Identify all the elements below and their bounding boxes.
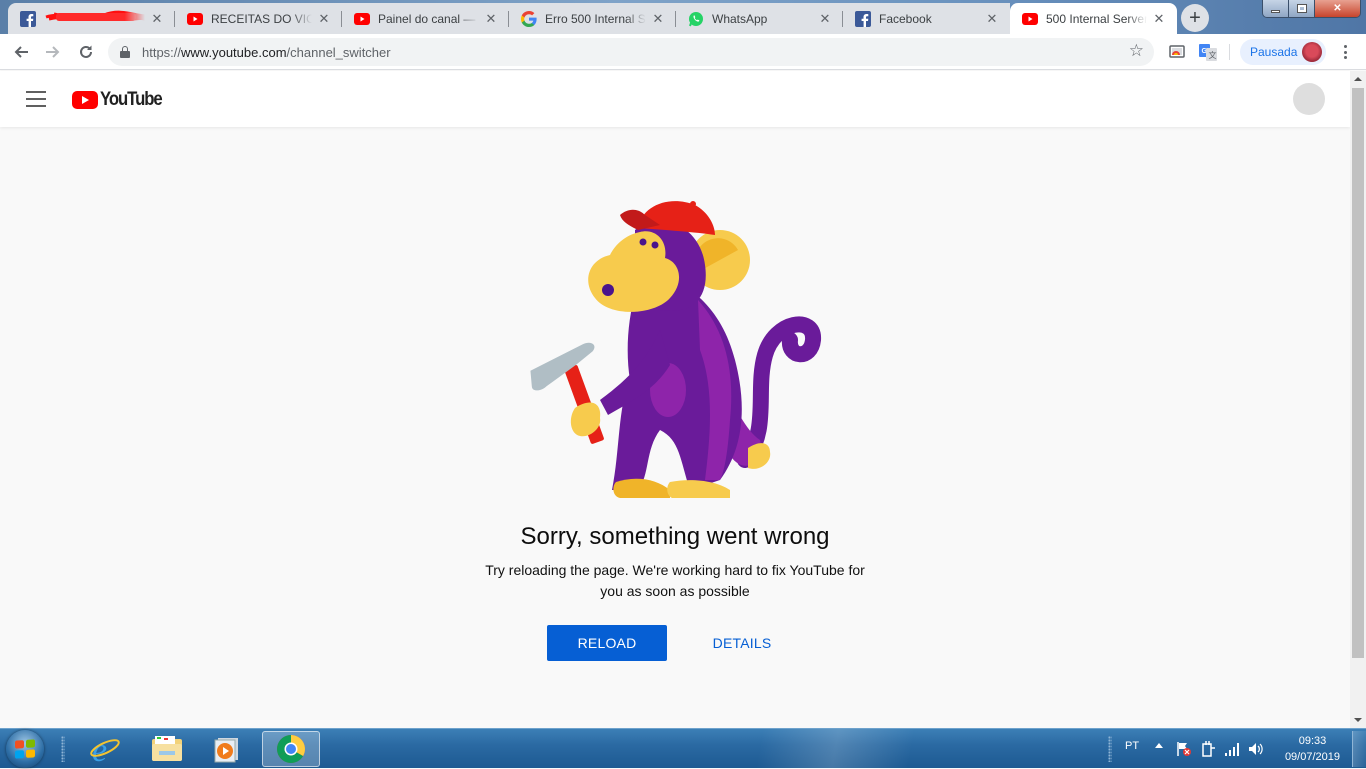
windows-taskbar: e PT 09:33 09/07/2019 (0, 728, 1366, 769)
profile-avatar (1302, 42, 1322, 62)
cast-extension-icon[interactable] (1168, 43, 1186, 61)
tab-title: Facebook (879, 11, 932, 26)
guide-menu-button[interactable] (26, 91, 46, 107)
monkey-eye (651, 241, 659, 249)
windows-logo-icon (15, 739, 35, 759)
close-tab-icon[interactable]: ✕ (1151, 11, 1167, 27)
youtube-icon (354, 11, 370, 27)
arrow-right-icon (46, 46, 60, 58)
youtube-icon (1022, 11, 1038, 27)
minimize-button[interactable] (1263, 0, 1289, 17)
close-tab-icon[interactable]: ✕ (650, 11, 666, 27)
show-hidden-icons-button[interactable] (1155, 743, 1163, 748)
svg-text:文: 文 (1209, 50, 1217, 60)
chrome-icon (277, 735, 305, 763)
account-avatar[interactable] (1293, 83, 1325, 115)
forward-button[interactable] (41, 40, 65, 64)
close-tab-icon[interactable]: ✕ (817, 11, 833, 27)
tab-title: Erro 500 Internal Server (545, 11, 646, 26)
tab-title: Painel do canal — YouTube Studio (378, 11, 479, 26)
error-title: Sorry, something went wrong (520, 523, 830, 550)
arrow-left-icon (14, 46, 28, 58)
action-center-flag-icon[interactable] (1176, 741, 1192, 757)
close-tab-icon[interactable]: ✕ (984, 11, 1000, 27)
tab-title: 500 Internal Server Error (1046, 11, 1147, 26)
back-button[interactable] (9, 40, 33, 64)
tab-painel-do-canal[interactable]: Painel do canal — YouTube Studio ✕ (342, 3, 509, 34)
restore-button[interactable] (1289, 0, 1315, 17)
language-indicator[interactable]: PT (1125, 740, 1139, 752)
tab-title-redacted (44, 9, 145, 28)
clock-time: 09:33 (1298, 735, 1327, 747)
browser-titlebar: ✕ RECEITAS DO VICTOR ✕ Painel do canal —… (0, 0, 1366, 34)
start-button[interactable] (6, 730, 44, 768)
close-window-button[interactable]: ✕ (1315, 0, 1360, 17)
profile-label: Pausada (1250, 45, 1298, 59)
tab-facebook-redacted[interactable]: ✕ (8, 3, 175, 34)
error-monkey-illustration (530, 201, 821, 498)
window-controls: ✕ (1262, 0, 1361, 18)
taskbar-internet-explorer[interactable]: e (78, 731, 132, 767)
new-tab-button[interactable]: + (1181, 4, 1209, 32)
taskbar-google-chrome[interactable] (262, 731, 320, 767)
network-signal-icon[interactable] (1224, 741, 1240, 757)
tab-strip: ✕ RECEITAS DO VICTOR ✕ Painel do canal —… (8, 3, 1177, 34)
close-tab-icon[interactable]: ✕ (483, 11, 499, 27)
tab-erro-500-search[interactable]: Erro 500 Internal Server ✕ (509, 3, 676, 34)
show-desktop-button[interactable] (1352, 731, 1366, 767)
youtube-icon (187, 11, 203, 27)
tab-whatsapp[interactable]: WhatsApp ✕ (676, 3, 843, 34)
refresh-icon (80, 45, 92, 58)
folder-icon (152, 736, 182, 761)
error-message: Try reloading the page. We're working ha… (485, 562, 865, 599)
url-text: https://www.youtube.com/channel_switcher (142, 44, 391, 60)
youtube-logo-text: YouTube (100, 89, 163, 110)
close-tab-icon[interactable]: ✕ (149, 11, 165, 27)
youtube-logo[interactable]: YouTube (72, 89, 170, 111)
scroll-up-arrow[interactable] (1350, 71, 1366, 87)
tab-facebook[interactable]: Facebook ✕ (843, 3, 1010, 34)
youtube-play-icon (72, 91, 98, 109)
taskbar-file-explorer[interactable] (140, 731, 194, 767)
monkey-nose (602, 284, 614, 296)
power-plug-icon[interactable] (1200, 741, 1216, 757)
system-clock[interactable]: 09:33 09/07/2019 (1285, 733, 1340, 765)
close-tab-icon[interactable]: ✕ (316, 11, 332, 27)
details-button[interactable]: DETAILS (702, 625, 782, 661)
scrollbar-thumb[interactable] (1352, 88, 1364, 658)
address-bar[interactable]: https://www.youtube.com/channel_switcher… (108, 38, 1154, 66)
taskbar-media-player[interactable] (200, 731, 254, 767)
scroll-down-arrow[interactable] (1350, 712, 1366, 728)
browser-menu-button[interactable] (1337, 43, 1353, 61)
monkey-right-hand-foot (748, 443, 771, 469)
tab-receitas-do-victor[interactable]: RECEITAS DO VICTOR ✕ (175, 3, 342, 34)
lock-icon (120, 46, 130, 58)
tab-title: RECEITAS DO VICTOR (211, 11, 312, 26)
bookmark-star-icon[interactable]: ☆ (1129, 41, 1144, 61)
facebook-icon (855, 10, 871, 27)
monkey-left-foot (613, 478, 670, 498)
whatsapp-icon (688, 11, 704, 27)
media-player-icon (214, 738, 238, 763)
page-viewport: YouTube Sorry, something went wrong Try … (0, 71, 1350, 728)
reload-page-button[interactable] (74, 40, 98, 64)
google-icon (521, 10, 537, 27)
youtube-masthead: YouTube (0, 71, 1350, 127)
internet-explorer-icon: e (90, 733, 120, 765)
page-scrollbar[interactable] (1350, 71, 1366, 728)
browser-toolbar: https://www.youtube.com/channel_switcher… (0, 34, 1366, 70)
tab-title: WhatsApp (712, 11, 768, 26)
clock-date: 09/07/2019 (1284, 751, 1340, 763)
volume-icon[interactable] (1248, 741, 1264, 757)
facebook-icon (20, 10, 36, 27)
profile-button[interactable]: Pausada (1240, 39, 1326, 65)
monkey-right-foot (667, 480, 730, 498)
reload-button[interactable]: RELOAD (547, 625, 667, 661)
tab-500-internal-server-error[interactable]: 500 Internal Server Error ✕ (1010, 3, 1177, 34)
monkey-eye (639, 238, 647, 246)
google-translate-icon[interactable]: G文 (1199, 43, 1217, 61)
